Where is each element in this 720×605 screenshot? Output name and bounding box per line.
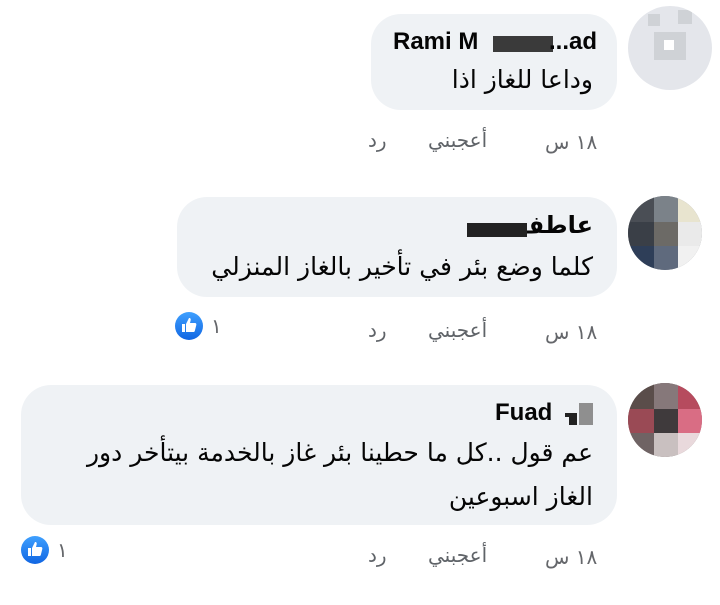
comment-time[interactable]: ١٨ س <box>545 545 597 569</box>
like-icon <box>21 536 49 564</box>
like-icon <box>175 312 203 340</box>
avatar[interactable] <box>628 383 702 457</box>
comment-text: عم قول ..كل ما حطينا بئر غاز بالخدمة بيت… <box>86 438 593 511</box>
reply-link[interactable]: رد <box>368 543 387 567</box>
comment-author[interactable]: عاطف <box>516 211 593 239</box>
like-link[interactable]: أعجبني <box>428 318 487 342</box>
comment-bubble: Fuad عم قول ..كل ما حطينا بئر غاز بالخدم… <box>21 385 617 525</box>
reply-link[interactable]: رد <box>368 128 387 152</box>
comment-bubble: عاطف كلما وضع بئر في تأخير بالغاز المنزل… <box>177 197 617 297</box>
comment-bubble: Rami M ...ad وداعا للغاز اذا <box>371 14 617 110</box>
author-redaction <box>493 36 553 52</box>
comment-author[interactable]: Fuad <box>495 399 552 427</box>
like-link[interactable]: أعجبني <box>428 543 487 567</box>
avatar[interactable] <box>628 6 712 90</box>
like-link[interactable]: أعجبني <box>428 128 487 152</box>
reaction-summary[interactable]: ١ <box>175 312 225 342</box>
comment-author-suffix: ...ad <box>549 28 598 55</box>
reaction-count: ١ <box>57 538 68 562</box>
author-redaction <box>565 403 597 427</box>
comment-time[interactable]: ١٨ س <box>545 320 597 344</box>
comment-author[interactable]: Rami M <box>393 28 478 56</box>
author-redaction <box>467 223 527 237</box>
comment-time[interactable]: ١٨ س <box>545 130 597 154</box>
avatar[interactable] <box>628 196 702 270</box>
comment-text: كلما وضع بئر في تأخير بالغاز المنزلي <box>211 252 593 281</box>
comment-text: وداعا للغاز اذا <box>451 65 593 94</box>
reaction-summary[interactable]: ١ <box>21 536 71 566</box>
reply-link[interactable]: رد <box>368 318 387 342</box>
reaction-count: ١ <box>211 314 222 338</box>
